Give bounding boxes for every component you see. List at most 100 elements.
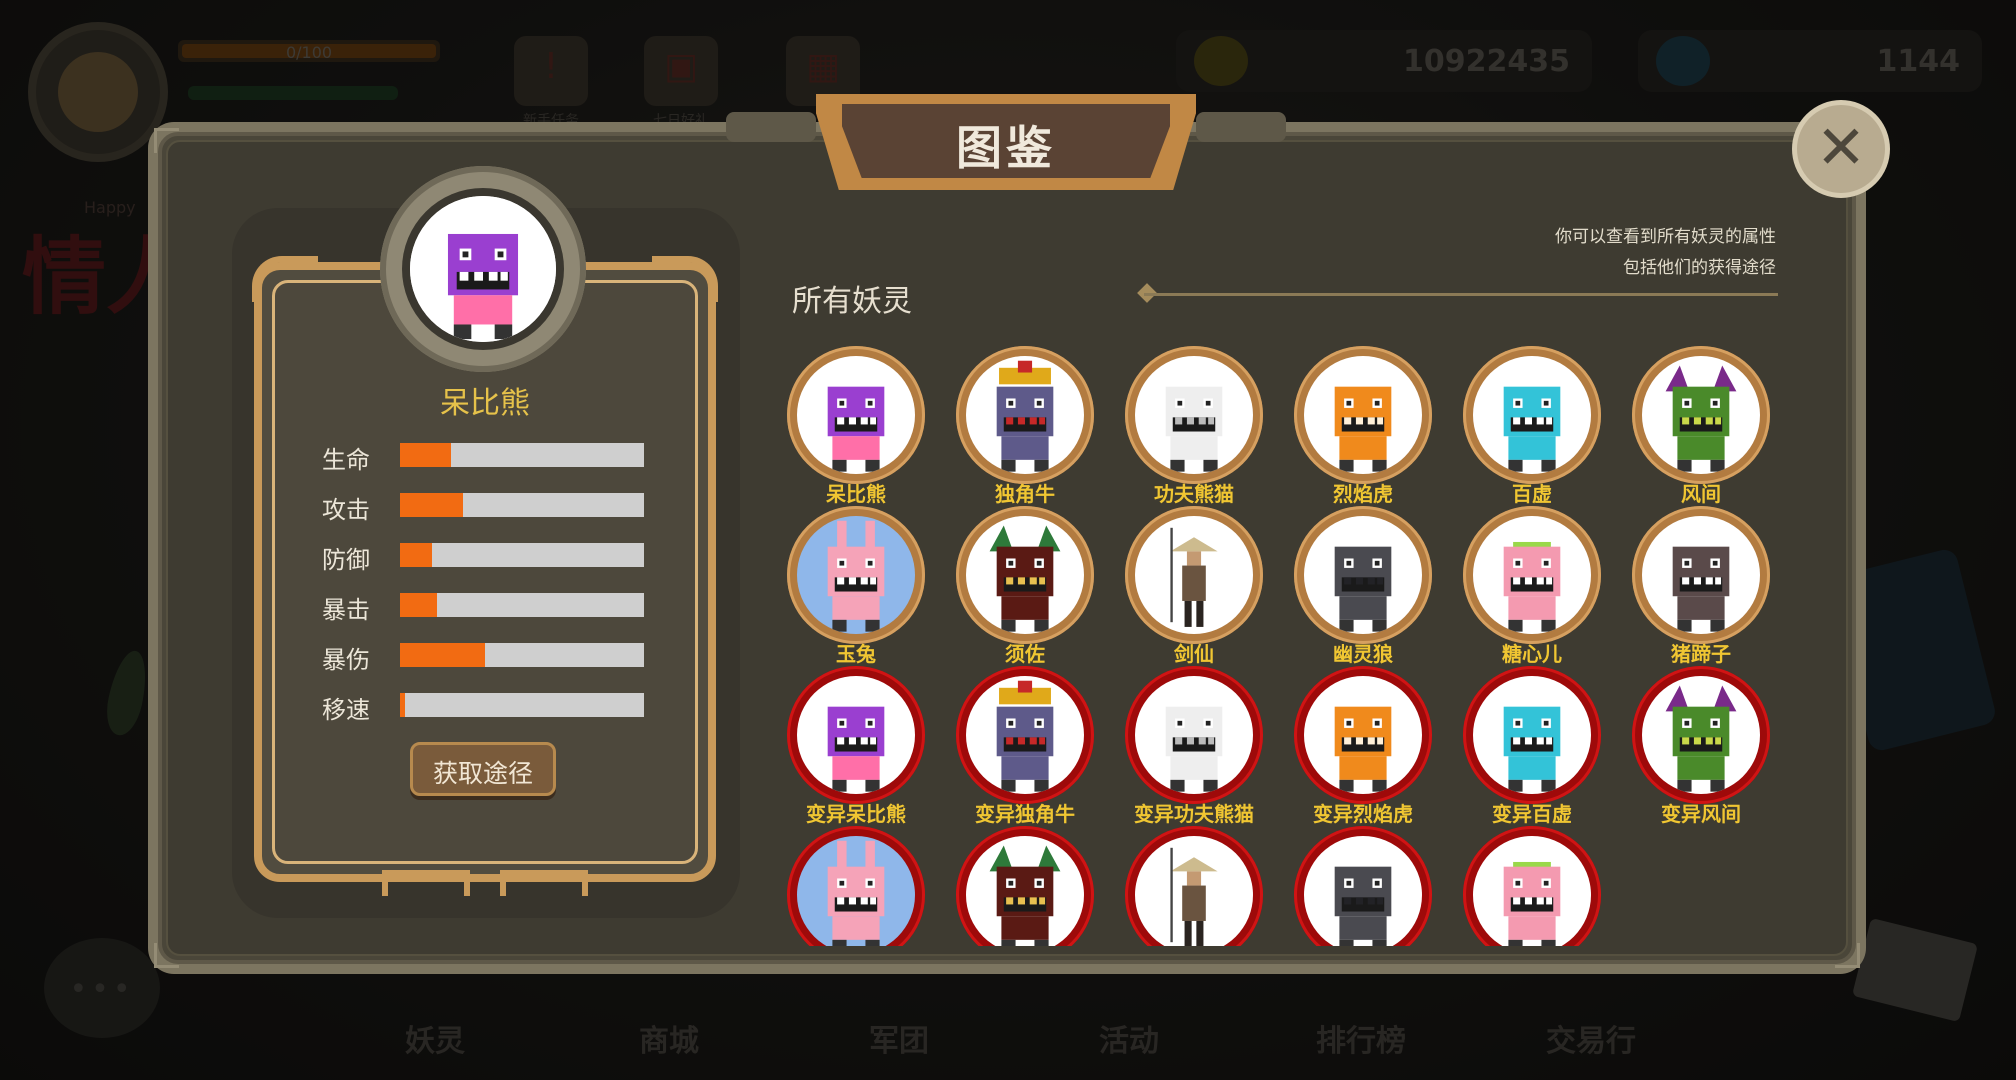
corner-ornament	[154, 943, 179, 968]
monster-portrait-ring	[1463, 346, 1601, 484]
stat-label: 攻击	[322, 496, 370, 524]
stat-row: 移速	[322, 690, 644, 724]
pig-monster-icon	[1473, 836, 1591, 946]
stat-bar-track	[400, 443, 644, 467]
stat-bar-track	[400, 593, 644, 617]
stat-bar-fill	[400, 693, 405, 717]
monster-card[interactable]: 玉兔	[781, 500, 931, 666]
bear-monster-icon	[410, 196, 556, 342]
monster-portrait-ring	[1463, 506, 1601, 644]
obtain-method-button[interactable]: 获取途径	[410, 742, 556, 796]
monster-card[interactable]: 变异独角牛	[950, 660, 1100, 826]
stat-bar-fill	[400, 543, 432, 567]
stat-bar-fill	[400, 643, 486, 667]
monster-portrait-ring	[956, 826, 1094, 946]
monster-card[interactable]: 烈焰虎	[1288, 340, 1438, 506]
monster-portrait-ring	[956, 506, 1094, 644]
stat-row: 防御	[322, 540, 644, 574]
tiger-monster-icon	[1304, 356, 1422, 474]
monster-card[interactable]: 变异风间	[1626, 660, 1776, 826]
stat-bar-track	[400, 493, 644, 517]
monster-portrait-ring	[1125, 506, 1263, 644]
boar-monster-icon	[1642, 516, 1760, 634]
monster-portrait-ring	[1294, 666, 1432, 804]
panda-monster-icon	[1135, 676, 1253, 794]
stat-row: 暴伤	[322, 640, 644, 674]
frame-ornament-right	[652, 256, 718, 302]
stat-row: 暴击	[322, 590, 644, 624]
monster-card[interactable]: 独角牛	[950, 340, 1100, 506]
monster-portrait-ring	[1463, 666, 1601, 804]
monster-portrait-ring	[1294, 506, 1432, 644]
corner-ornament	[1835, 943, 1860, 968]
monster-card[interactable]: 糖心儿	[1457, 500, 1607, 666]
monster-card[interactable]: 变异呆比熊	[781, 660, 931, 826]
monster-portrait-ring	[1632, 666, 1770, 804]
monster-portrait-ring	[1125, 826, 1263, 946]
monster-card[interactable]	[1119, 820, 1269, 946]
ghost-wolf-icon	[1304, 836, 1422, 946]
blue-beast-icon	[1473, 676, 1591, 794]
monster-card[interactable]: 变异烈焰虎	[1288, 660, 1438, 826]
stat-bar-fill	[400, 593, 437, 617]
monster-portrait-ring	[1463, 826, 1601, 946]
hint-line-1: 你可以查看到所有妖灵的属性	[1555, 227, 1776, 247]
frame-ornament-left	[252, 256, 318, 302]
section-divider	[1144, 293, 1778, 296]
monster-portrait-ring	[1125, 666, 1263, 804]
bear-monster-icon	[797, 356, 915, 474]
monster-card[interactable]: 幽灵狼	[1288, 500, 1438, 666]
monster-card[interactable]: 变异百虚	[1457, 660, 1607, 826]
stat-bar-track	[400, 543, 644, 567]
close-icon: ✕	[1815, 113, 1867, 183]
stat-row: 生命	[322, 440, 644, 474]
monster-grid: 呆比熊 独角牛 功夫熊猫 烈焰虎 百虚 风间玉兔 须佐 剑仙 幽灵狼 糖心儿 猪蹄子变异呆比熊 变异独…	[780, 340, 1800, 946]
monster-card[interactable]: 百虚	[1457, 340, 1607, 506]
section-title: 所有妖灵	[792, 284, 912, 319]
stat-label: 防御	[322, 546, 370, 574]
monster-card[interactable]: 须佐	[950, 500, 1100, 666]
monster-card[interactable]: 猪蹄子	[1626, 500, 1776, 666]
ghost-wolf-icon	[1304, 516, 1422, 634]
stat-bar-fill	[400, 493, 464, 517]
bull-monster-icon	[966, 676, 1084, 794]
pig-monster-icon	[1473, 516, 1591, 634]
monster-card[interactable]	[950, 820, 1100, 946]
monster-portrait-ring	[956, 666, 1094, 804]
dialog-title-plate: 图鉴	[726, 94, 1286, 192]
tiger-monster-icon	[1304, 676, 1422, 794]
monster-card[interactable]	[1288, 820, 1438, 946]
monster-card[interactable]: 剑仙	[1119, 500, 1269, 666]
stat-bar-fill	[400, 443, 452, 467]
panda-monster-icon	[1135, 356, 1253, 474]
monster-card[interactable]: 变异功夫熊猫	[1119, 660, 1269, 826]
monster-card[interactable]: 呆比熊	[781, 340, 931, 506]
bull-monster-icon	[966, 356, 1084, 474]
monster-portrait-ring	[1294, 826, 1432, 946]
bear-monster-icon	[797, 676, 915, 794]
green-dragon-icon	[1642, 676, 1760, 794]
monster-card[interactable]	[1457, 820, 1607, 946]
corner-ornament	[154, 128, 179, 153]
selected-monster-name: 呆比熊	[440, 386, 530, 421]
selected-portrait	[380, 166, 586, 372]
monster-portrait-ring	[1294, 346, 1432, 484]
monster-card[interactable]: 功夫熊猫	[1119, 340, 1269, 506]
monster-portrait-ring	[787, 346, 925, 484]
frame-foot-left	[382, 870, 470, 896]
swordsman-icon	[1135, 516, 1253, 634]
close-button[interactable]: ✕	[1792, 100, 1890, 198]
monster-portrait-ring	[787, 666, 925, 804]
green-dragon-icon	[1642, 356, 1760, 474]
rabbit-monster-icon	[797, 836, 915, 946]
stat-label: 移速	[322, 696, 370, 724]
stat-label: 暴击	[322, 596, 370, 624]
stat-label: 生命	[322, 446, 370, 474]
monster-card[interactable]: 风间	[1626, 340, 1776, 506]
demon-monster-icon	[966, 836, 1084, 946]
monster-card[interactable]	[781, 820, 931, 946]
obtain-method-label: 获取途径	[432, 759, 533, 788]
stat-row: 攻击	[322, 490, 644, 524]
monster-portrait-ring	[1632, 506, 1770, 644]
stat-bar-track	[400, 643, 644, 667]
